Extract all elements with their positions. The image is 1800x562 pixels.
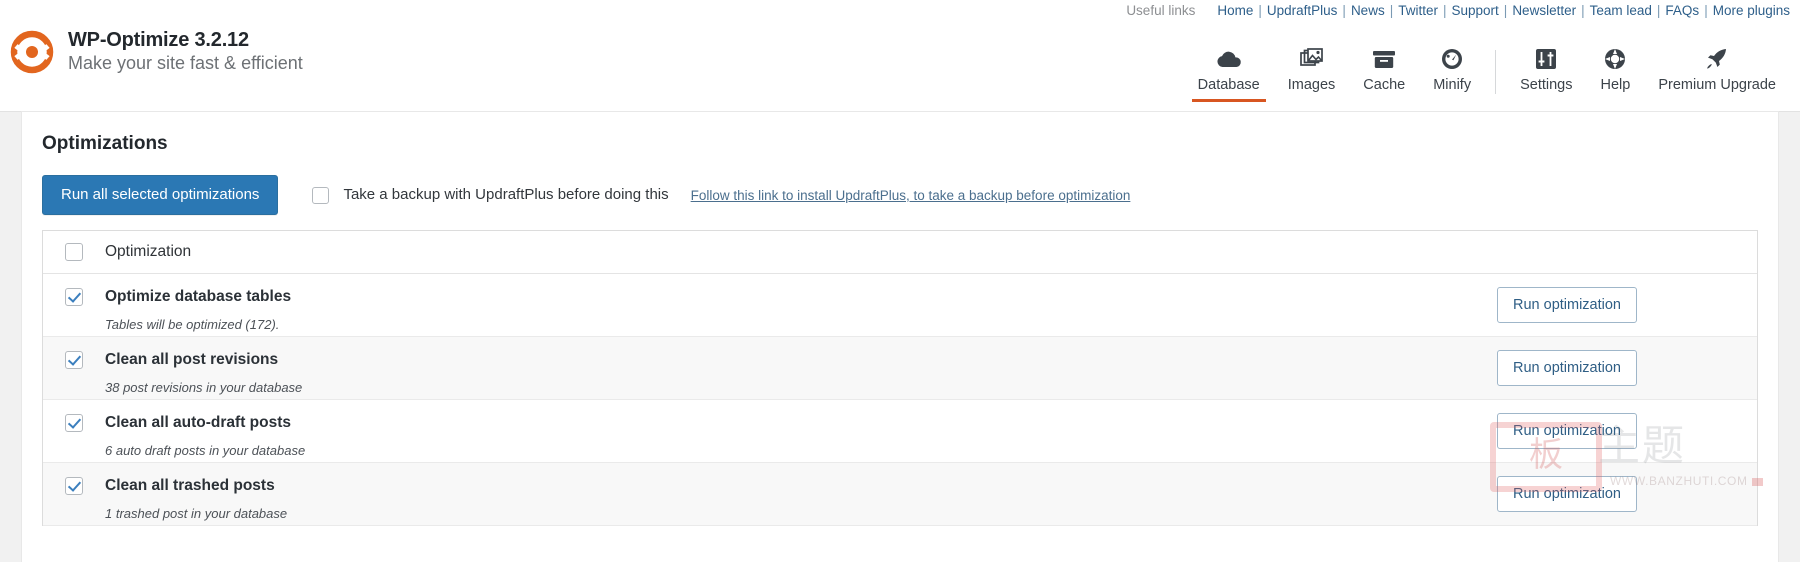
- useful-link-twitter[interactable]: Twitter: [1398, 2, 1438, 20]
- link-separator: |: [1342, 3, 1346, 18]
- backup-label: Take a backup with UpdraftPlus before do…: [343, 186, 669, 203]
- nav-tab-database-label: Database: [1197, 77, 1260, 93]
- useful-links-label: Useful links: [1126, 3, 1196, 18]
- nav-tab-minify-label: Minify: [1433, 77, 1472, 93]
- run-optimization-button[interactable]: Run optimization: [1497, 413, 1637, 449]
- row-select-cell: [43, 349, 105, 369]
- row-checkbox[interactable]: [65, 477, 83, 495]
- sliders-icon: [1535, 44, 1557, 70]
- useful-link-newsletter[interactable]: Newsletter: [1512, 2, 1576, 20]
- archive-box-icon: [1372, 44, 1396, 70]
- useful-links-bar: Useful links Home | UpdraftPlus | News |…: [1126, 2, 1790, 20]
- nav-divider: [1495, 50, 1497, 94]
- row-checkbox[interactable]: [65, 414, 83, 432]
- brand-block: WP-Optimize 3.2.12 Make your site fast &…: [10, 28, 303, 75]
- page-title: Optimizations: [42, 133, 168, 154]
- nav-tab-help-label: Help: [1600, 77, 1631, 93]
- useful-link-home[interactable]: Home: [1217, 2, 1253, 20]
- app-title: WP-Optimize 3.2.12: [68, 29, 249, 51]
- nav-tab-help[interactable]: Help: [1587, 36, 1645, 102]
- install-updraftplus-link[interactable]: Follow this link to install UpdraftPlus,…: [691, 188, 1131, 203]
- useful-link-news[interactable]: News: [1351, 2, 1385, 20]
- optimization-description: Tables will be optimized (172).: [105, 317, 280, 332]
- optimization-title: Clean all auto-draft posts: [105, 414, 292, 431]
- nav-tab-settings[interactable]: Settings: [1506, 36, 1586, 102]
- useful-links-list: Home | UpdraftPlus | News | Twitter | Su…: [1217, 2, 1790, 20]
- link-separator: |: [1258, 3, 1262, 18]
- table-row: Clean all auto-draft posts 6 auto draft …: [43, 400, 1757, 463]
- cloud-icon: [1216, 44, 1242, 70]
- nav-tab-cache[interactable]: Cache: [1349, 36, 1419, 102]
- link-separator: |: [1442, 3, 1447, 18]
- run-optimization-button[interactable]: Run optimization: [1497, 287, 1637, 323]
- select-all-cell: [43, 243, 105, 261]
- backup-checkbox[interactable]: [312, 186, 330, 204]
- row-select-cell: [43, 412, 105, 432]
- table-row: Optimize database tables Tables will be …: [43, 274, 1757, 337]
- rocket-icon: [1705, 44, 1729, 70]
- row-checkbox[interactable]: [65, 351, 83, 369]
- run-optimization-button[interactable]: Run optimization: [1497, 476, 1637, 512]
- column-header-optimization: Optimization: [105, 243, 192, 260]
- useful-link-team-lead[interactable]: Team lead: [1590, 2, 1652, 20]
- nav-tab-database[interactable]: Database: [1184, 36, 1274, 102]
- row-checkbox[interactable]: [65, 288, 83, 306]
- link-separator: |: [1503, 3, 1508, 18]
- speedometer-icon: [1441, 44, 1463, 70]
- table-row: Clean all trashed posts 1 trashed post i…: [43, 463, 1757, 526]
- row-select-cell: [43, 286, 105, 306]
- useful-link-updraftplus[interactable]: UpdraftPlus: [1267, 2, 1338, 20]
- nav-tab-premium-upgrade-label: Premium Upgrade: [1658, 77, 1776, 93]
- optimizations-table: Optimization Optimize database tables Ta…: [42, 230, 1758, 526]
- select-all-checkbox[interactable]: [65, 243, 83, 261]
- nav-tab-cache-label: Cache: [1363, 77, 1406, 93]
- optimizations-action-bar: Run all selected optimizations Take a ba…: [42, 174, 1758, 216]
- useful-link-more-plugins[interactable]: More plugins: [1713, 2, 1790, 20]
- row-action-cell: Run optimization: [1497, 349, 1757, 386]
- nav-tab-images[interactable]: Images: [1274, 36, 1350, 102]
- optimization-description: 1 trashed post in your database: [105, 506, 288, 521]
- useful-link-support[interactable]: Support: [1452, 2, 1499, 20]
- run-optimization-button[interactable]: Run optimization: [1497, 350, 1637, 386]
- nav-tab-premium-upgrade[interactable]: Premium Upgrade: [1644, 36, 1790, 102]
- wp-optimize-logo-icon: [10, 30, 54, 74]
- link-separator: |: [1704, 3, 1708, 18]
- nav-tab-images-label: Images: [1287, 77, 1336, 93]
- row-select-cell: [43, 475, 105, 495]
- table-row: Clean all post revisions 38 post revisio…: [43, 337, 1757, 400]
- nav-tab-settings-label: Settings: [1520, 77, 1573, 93]
- optimization-description: 6 auto draft posts in your database: [105, 443, 306, 458]
- table-header-row: Optimization: [43, 231, 1757, 274]
- link-separator: |: [1389, 3, 1394, 18]
- backup-option: Take a backup with UpdraftPlus before do…: [312, 185, 1130, 205]
- main-nav: Database Images Cache Minify Settings He…: [1184, 30, 1790, 102]
- optimization-title: Clean all trashed posts: [105, 477, 275, 494]
- row-action-cell: Run optimization: [1497, 286, 1757, 323]
- nav-tab-minify[interactable]: Minify: [1419, 36, 1485, 102]
- life-ring-icon: [1604, 44, 1626, 70]
- row-action-cell: Run optimization: [1497, 412, 1757, 449]
- app-tagline: Make your site fast & efficient: [68, 53, 303, 73]
- app-header: Useful links Home | UpdraftPlus | News |…: [0, 0, 1800, 112]
- optimization-description: 38 post revisions in your database: [105, 380, 303, 395]
- optimization-title: Clean all post revisions: [105, 351, 279, 368]
- useful-link-faqs[interactable]: FAQs: [1665, 2, 1699, 20]
- row-action-cell: Run optimization: [1497, 475, 1757, 512]
- page-body: Optimizations Run all selected optimizat…: [0, 112, 1800, 562]
- link-separator: |: [1581, 3, 1585, 18]
- run-all-selected-optimizations-button[interactable]: Run all selected optimizations: [42, 175, 279, 215]
- link-separator: |: [1656, 3, 1661, 18]
- images-icon: [1299, 44, 1324, 70]
- optimizations-panel: Optimizations Run all selected optimizat…: [22, 112, 1778, 562]
- optimization-title: Optimize database tables: [105, 288, 292, 305]
